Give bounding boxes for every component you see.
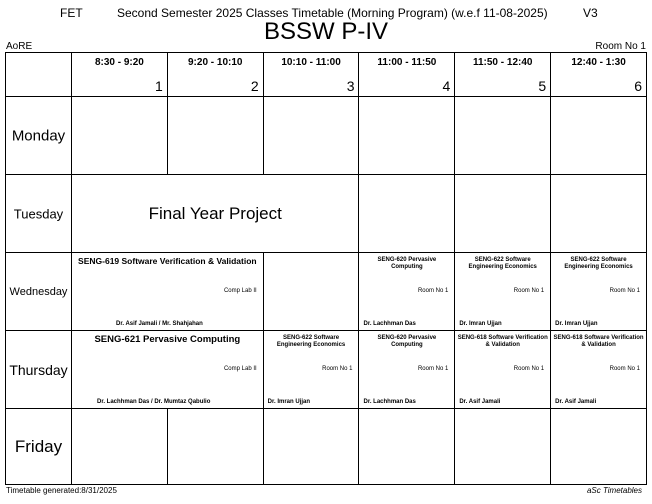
day-cell-wednesday: Wednesday [5, 252, 72, 331]
slot-cell [550, 96, 647, 175]
day-row-friday: Friday [5, 408, 647, 485]
period-time: 11:00 - 11:50 [377, 57, 437, 68]
period-time: 9:20 - 10:10 [188, 57, 243, 68]
room-label: Comp Lab II [223, 288, 257, 294]
day-row-tuesday: Tuesday Final Year Project [5, 174, 647, 253]
class-cell: SENG-618 Software Verification & Validat… [550, 330, 647, 409]
period-header-4: 11:00 - 11:50 4 [358, 52, 456, 97]
slot-cell [262, 408, 360, 485]
slot-cell [358, 174, 456, 253]
class-cell-final-year-project: Final Year Project [70, 174, 360, 253]
period-number: 3 [346, 78, 355, 94]
slot-cell [262, 252, 360, 331]
period-number: 2 [250, 78, 259, 94]
project-label: Final Year Project [148, 203, 282, 223]
course-title: SENG-618 Software Verification & Validat… [553, 335, 644, 348]
slot-cell [454, 408, 552, 485]
teacher-label: Dr. Imran Ujjan [459, 321, 502, 327]
teacher-label: Dr. Imran Ujjan [267, 399, 311, 405]
teacher-label: Dr. Asif Jamali [555, 399, 597, 405]
room-label: Room No 1 [595, 41, 646, 52]
teacher-label: Dr. Imran Ujjan [555, 321, 598, 327]
day-label: Thursday [9, 361, 68, 378]
teacher-label: Dr. Lachhman Das / Dr. Mumtaz Qabulio [97, 399, 211, 405]
slot-cell [71, 96, 168, 175]
slot-cell [71, 408, 168, 485]
class-cell: SENG-620 Pervasive Computing Room No 1 D… [358, 252, 456, 331]
period-time: 8:30 - 9:20 [94, 57, 144, 68]
room-label: Room No 1 [513, 366, 545, 372]
period-number: 4 [442, 78, 451, 94]
room-label: Comp Lab II [223, 366, 257, 372]
day-cell-thursday: Thursday [5, 330, 72, 409]
timetable-grid: 8:30 - 9:20 1 9:20 - 10:10 2 10:10 - 11:00… [5, 52, 647, 485]
room-label: Room No 1 [609, 366, 640, 372]
department-label: AoRE [6, 41, 33, 52]
course-title: SENG-618 Software Verification & Validat… [457, 335, 548, 348]
course-title: SENG-621 Pervasive Computing [94, 334, 241, 345]
teacher-label: Dr. Lachhman Das [363, 321, 416, 327]
room-label: Room No 1 [322, 366, 353, 372]
slot-cell [262, 96, 360, 175]
period-header-5: 11:50 - 12:40 5 [454, 52, 552, 97]
day-label: Wednesday [9, 285, 68, 298]
period-number: 1 [155, 78, 163, 94]
day-label: Tuesday [13, 206, 64, 221]
day-row-wednesday: Wednesday SENG-619 Software Verification… [5, 252, 647, 331]
slot-cell [550, 174, 647, 253]
course-title: SENG-620 Pervasive Computing [377, 257, 437, 270]
slot-cell [550, 408, 647, 485]
class-cell: SENG-622 Software Engineering Economics … [454, 252, 552, 331]
period-header-row: 8:30 - 9:20 1 9:20 - 10:10 2 10:10 - 11:00… [5, 52, 647, 97]
day-label: Friday [14, 436, 63, 456]
period-header-1: 8:30 - 9:20 1 [71, 52, 168, 97]
day-row-thursday: Thursday SENG-621 Pervasive Computing Co… [5, 330, 647, 409]
day-cell-tuesday: Tuesday [5, 174, 72, 253]
period-number: 5 [538, 78, 547, 94]
room-label: Room No 1 [417, 366, 449, 372]
slot-cell [454, 96, 552, 175]
slot-cell [166, 96, 264, 175]
period-time: 12:40 - 1:30 [571, 57, 626, 68]
class-cell: SENG-619 Software Verification & Validat… [71, 252, 264, 331]
period-number: 6 [634, 78, 642, 94]
class-cell: SENG-622 Software Engineering Economics … [550, 252, 647, 331]
slot-cell [454, 174, 552, 253]
period-header-6: 12:40 - 1:30 6 [550, 52, 647, 97]
day-cell-monday: Monday [5, 96, 72, 175]
class-cell: SENG-622 Software Engineering Economics … [262, 330, 360, 409]
course-title: SENG-619 Software Verification & Validat… [78, 256, 257, 266]
class-cell: SENG-618 Software Verification & Validat… [454, 330, 552, 409]
corner-cell [5, 52, 72, 97]
course-title: SENG-622 Software Engineering Economics [564, 257, 633, 270]
room-label: Room No 1 [609, 288, 640, 294]
period-header-2: 9:20 - 10:10 2 [166, 52, 264, 97]
slot-cell [166, 408, 264, 485]
page-title: BSSW P-IV [263, 18, 389, 45]
teacher-label: Dr. Lachhman Das [363, 399, 416, 405]
class-cell: SENG-621 Pervasive Computing Comp Lab II… [71, 330, 264, 409]
slot-cell [358, 408, 456, 485]
slot-cell [358, 96, 456, 175]
day-label: Monday [11, 127, 66, 144]
course-title: SENG-622 Software Engineering Economics [468, 257, 537, 270]
room-label: Room No 1 [417, 288, 449, 294]
class-cell: SENG-620 Pervasive Computing Room No 1 D… [358, 330, 456, 409]
day-row-monday: Monday [5, 96, 647, 175]
teacher-label: Dr. Asif Jamali [459, 399, 501, 405]
generated-date: Timetable generated:8/31/2025 [6, 486, 117, 495]
period-time: 11:50 - 12:40 [472, 57, 533, 68]
teacher-label: Dr. Asif Jamali / Mr. Shahjahan [116, 321, 203, 327]
brand-label: aSc Timetables [586, 486, 642, 495]
day-cell-friday: Friday [5, 408, 72, 485]
period-header-3: 10:10 - 11:00 3 [262, 52, 360, 97]
room-label: Room No 1 [513, 288, 545, 294]
course-title: SENG-620 Pervasive Computing [377, 335, 437, 348]
period-time: 10:10 - 11:00 [281, 57, 341, 68]
course-title: SENG-622 Software Engineering Economics [276, 335, 346, 348]
